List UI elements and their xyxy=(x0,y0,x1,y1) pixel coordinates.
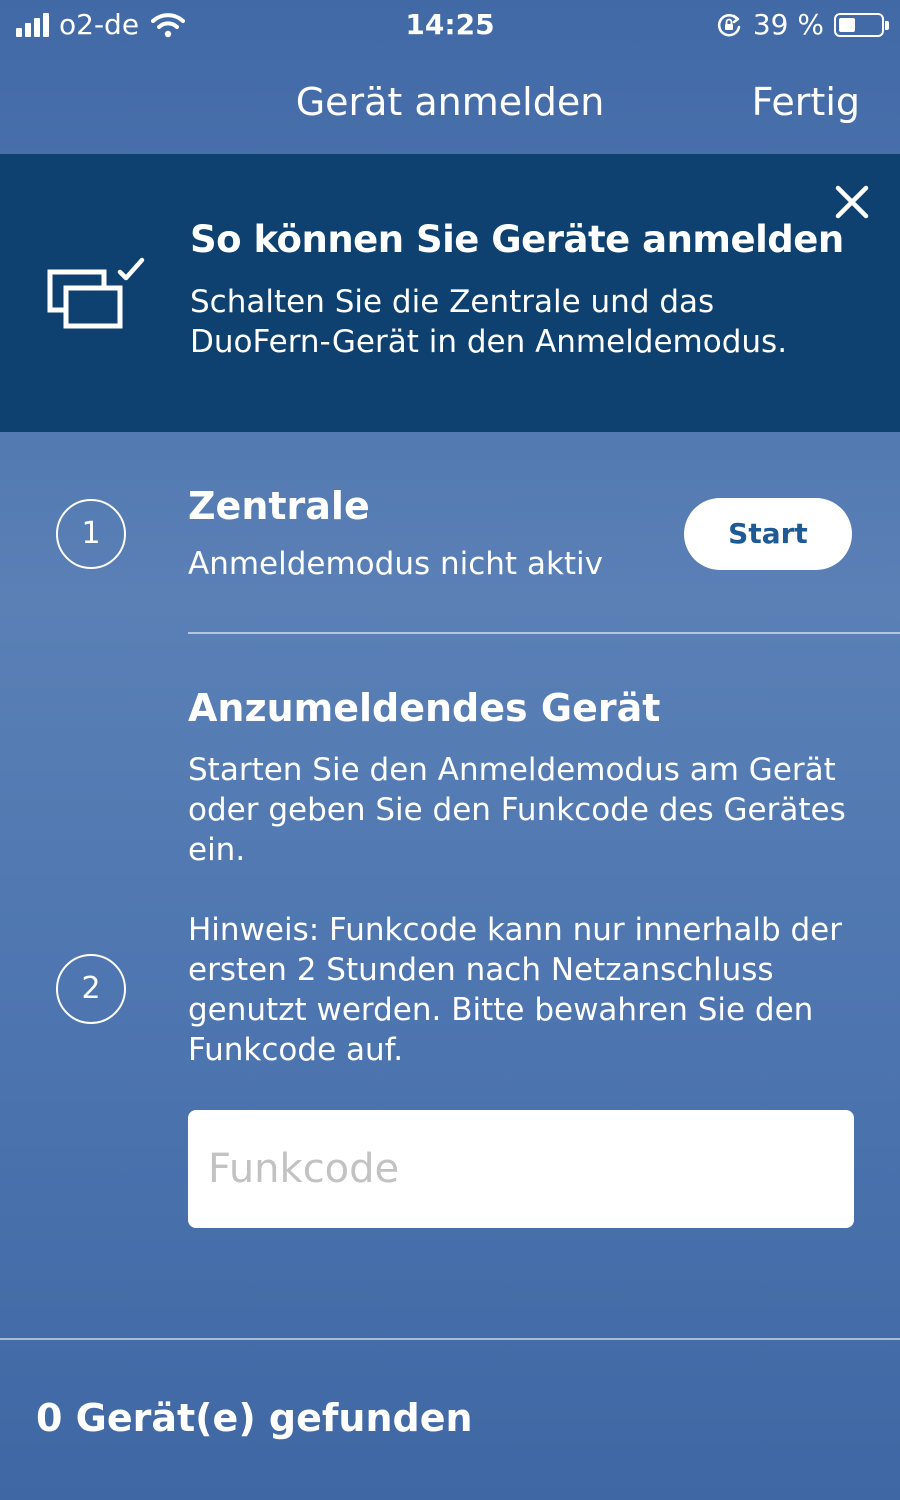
step-2-number: 2 xyxy=(56,954,126,1024)
battery-fill xyxy=(839,17,855,32)
banner-text: Schalten Sie die Zentrale und das DuoFer… xyxy=(190,284,788,360)
close-icon[interactable] xyxy=(832,182,872,222)
nav-bar: Gerät anmelden Fertig xyxy=(0,52,900,154)
devices-found-count: 0 Gerät(e) gefunden xyxy=(36,1396,473,1440)
battery-percent: 39 % xyxy=(752,8,824,41)
status-bar: o2-de 14:25 39 % xyxy=(0,0,900,52)
battery-icon xyxy=(834,12,889,37)
footer-divider xyxy=(0,1338,900,1340)
divider xyxy=(188,632,900,634)
funkcode-input[interactable] xyxy=(188,1110,854,1228)
step-2-hint: Hinweis: Funkcode kann nur innerhalb der… xyxy=(188,912,842,1068)
devices-check-icon xyxy=(47,257,145,329)
rotation-lock-icon xyxy=(717,13,741,36)
step-1-title: Zentrale xyxy=(188,484,370,528)
step-1-number: 1 xyxy=(56,499,126,569)
battery-nub xyxy=(885,20,889,30)
banner-title: So können Sie Geräte anmelden xyxy=(190,218,844,261)
start-button[interactable]: Start xyxy=(684,498,852,570)
status-right: 39 % xyxy=(715,8,889,41)
done-button[interactable]: Fertig xyxy=(752,80,860,124)
step-2-title: Anzumeldendes Gerät xyxy=(188,686,661,730)
step-2-text: Starten Sie den Anmeldemodus am Gerät od… xyxy=(188,752,846,868)
step-1-status: Anmeldemodus nicht aktiv xyxy=(188,546,604,582)
